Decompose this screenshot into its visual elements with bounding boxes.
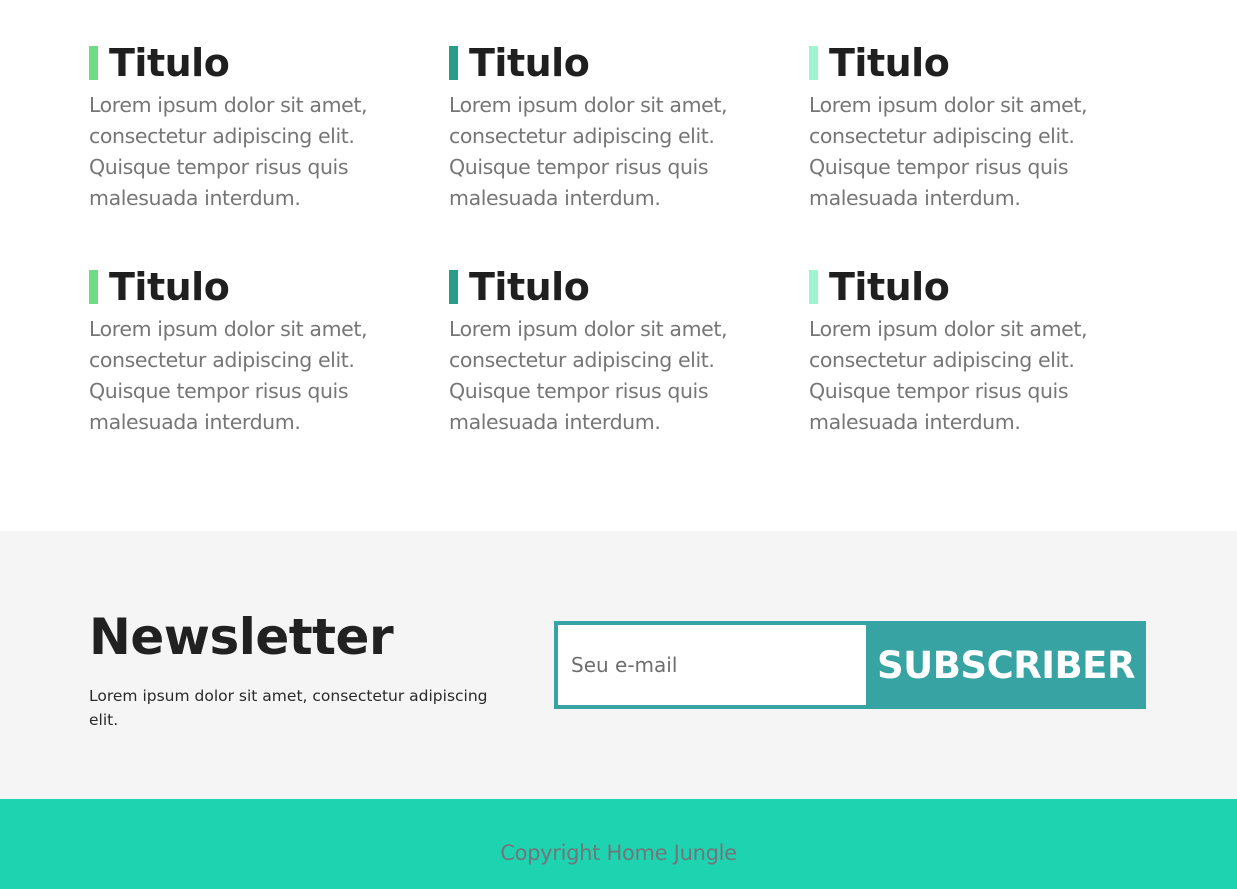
email-input[interactable] [554, 621, 866, 709]
feature-title-row: Titulo [89, 265, 409, 309]
feature-title-row: Titulo [449, 265, 769, 309]
feature-title-row: Titulo [449, 41, 769, 85]
feature-title-row: Titulo [89, 41, 409, 85]
feature-title-row: Titulo [809, 265, 1129, 309]
newsletter-form: SUBSCRIBER [554, 621, 1146, 709]
feature-description: Lorem ipsum dolor sit amet, consectetur … [809, 93, 1088, 210]
newsletter-title: Newsletter [89, 608, 394, 666]
feature-accent-bar [89, 270, 98, 304]
feature-heading: Titulo [829, 41, 950, 85]
feature-description: Lorem ipsum dolor sit amet, consectetur … [449, 317, 728, 434]
feature-accent-bar [449, 270, 458, 304]
feature-card: Titulo Lorem ipsum dolor sit amet, conse… [449, 265, 769, 438]
subscribe-button[interactable]: SUBSCRIBER [866, 621, 1146, 709]
feature-card: Titulo Lorem ipsum dolor sit amet, conse… [809, 265, 1129, 438]
feature-description: Lorem ipsum dolor sit amet, consectetur … [449, 93, 728, 210]
feature-card: Titulo Lorem ipsum dolor sit amet, conse… [449, 41, 769, 214]
feature-card: Titulo Lorem ipsum dolor sit amet, conse… [89, 41, 409, 214]
feature-accent-bar [809, 46, 818, 80]
feature-description: Lorem ipsum dolor sit amet, consectetur … [89, 93, 368, 210]
feature-heading: Titulo [469, 41, 590, 85]
copyright-text: Copyright Home Jungle [500, 841, 737, 865]
feature-heading: Titulo [829, 265, 950, 309]
features-section: Titulo Lorem ipsum dolor sit amet, conse… [0, 0, 1237, 531]
feature-accent-bar [449, 46, 458, 80]
feature-accent-bar [809, 270, 818, 304]
feature-title-row: Titulo [809, 41, 1129, 85]
feature-description: Lorem ipsum dolor sit amet, consectetur … [809, 317, 1088, 434]
feature-description: Lorem ipsum dolor sit amet, consectetur … [89, 317, 368, 434]
feature-accent-bar [89, 46, 98, 80]
footer: Copyright Home Jungle [0, 799, 1237, 889]
feature-heading: Titulo [109, 41, 230, 85]
feature-heading: Titulo [469, 265, 590, 309]
feature-heading: Titulo [109, 265, 230, 309]
newsletter-description: Lorem ipsum dolor sit amet, consectetur … [89, 687, 488, 729]
feature-card: Titulo Lorem ipsum dolor sit amet, conse… [89, 265, 409, 438]
newsletter-section: Newsletter Lorem ipsum dolor sit amet, c… [0, 531, 1237, 799]
feature-card: Titulo Lorem ipsum dolor sit amet, conse… [809, 41, 1129, 214]
